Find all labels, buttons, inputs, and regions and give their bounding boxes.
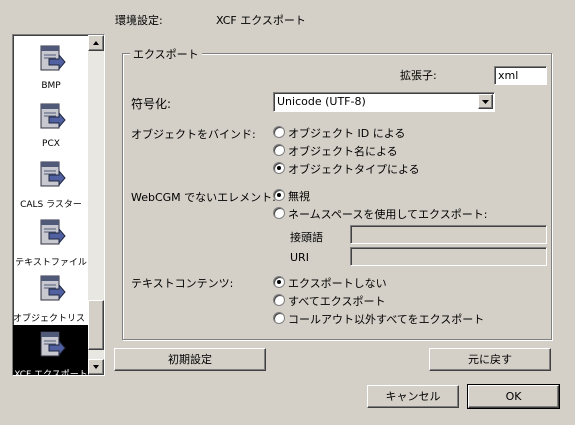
prefix-input[interactable] (350, 225, 547, 244)
pcx-export-icon (40, 103, 66, 129)
category-item-label: オブジェクトリスト (13, 314, 95, 324)
ignore-radio[interactable] (273, 189, 285, 201)
ok-button[interactable]: OK (467, 384, 560, 409)
category-list[interactable]: BMP PCX CALS ラスター テキストファイル オブジェクトリスト XCF エクスポ… (12, 34, 105, 376)
bind-by-type-label: オブジェクトタイプによる (288, 163, 420, 176)
export-except-callout-radio[interactable] (273, 312, 285, 324)
bind-by-id-label: オブジェクト ID による (288, 127, 406, 140)
chevron-down-icon (482, 100, 489, 104)
settings-page-name: XCF エクスポート (216, 14, 306, 27)
category-item[interactable]: CALS ラスター (13, 155, 89, 212)
category-item-label: CALS ラスター (20, 200, 82, 210)
category-item-label: BMP (41, 81, 61, 91)
revert-button[interactable]: 元に戻す (429, 348, 551, 371)
uri-input[interactable] (350, 247, 547, 266)
export-all-radio[interactable] (273, 294, 285, 306)
category-item-label: XCF エクスポート (14, 370, 88, 376)
scroll-down-button[interactable] (88, 359, 104, 375)
extension-label: 拡張子: (400, 69, 437, 82)
arrow-up-icon (93, 41, 99, 45)
category-item-label: テキストファイル (15, 258, 87, 268)
encoding-dropdown-button[interactable] (478, 94, 493, 109)
category-item-label: PCX (42, 139, 60, 149)
bmp-export-icon (40, 45, 66, 71)
scroll-up-button[interactable] (88, 35, 104, 51)
bind-by-id-radio[interactable] (273, 126, 285, 138)
text-content-label: テキストコンテンツ: (131, 277, 234, 290)
category-item[interactable]: オブジェクトリスト (13, 269, 95, 326)
prefix-label: 接頭語 (290, 231, 323, 244)
export-group-title: エクスポート (130, 46, 202, 62)
category-item[interactable]: テキストファイル (13, 213, 89, 270)
export-except-callout-label: コールアウト以外すべてをエクスポート (288, 313, 485, 326)
text-file-icon (40, 219, 66, 245)
scroll-thumb[interactable] (88, 300, 104, 350)
cancel-button[interactable]: キャンセル (367, 385, 459, 408)
encoding-label: 符号化: (131, 97, 172, 111)
nonwebcgm-label: WebCGM でないエレメント: (131, 191, 276, 204)
cals-raster-icon (40, 161, 66, 187)
xcf-export-icon (40, 331, 66, 357)
extension-input[interactable]: xml (494, 66, 547, 85)
ignore-label: 無視 (288, 190, 310, 203)
category-item[interactable]: PCX (13, 97, 89, 154)
category-item[interactable]: BMP (13, 39, 89, 96)
namespace-export-label: ネームスペースを使用してエクスポート: (288, 208, 488, 221)
no-export-radio[interactable] (273, 276, 285, 288)
settings-title: 環境設定: (115, 14, 163, 27)
object-list-icon (40, 275, 66, 301)
arrow-down-icon (93, 365, 99, 369)
category-scrollbar[interactable] (88, 35, 104, 375)
encoding-select[interactable]: Unicode (UTF-8) (273, 92, 495, 112)
category-item[interactable]: XCF エクスポート (13, 325, 89, 376)
namespace-export-radio[interactable] (273, 207, 285, 219)
bind-by-name-radio[interactable] (273, 144, 285, 156)
bind-by-type-radio[interactable] (273, 162, 285, 174)
defaults-button[interactable]: 初期設定 (114, 348, 266, 371)
no-export-label: エクスポートしない (288, 277, 387, 290)
uri-label: URI (290, 251, 309, 264)
export-all-label: すべてエクスポート (288, 295, 386, 308)
encoding-value: Unicode (UTF-8) (277, 95, 366, 108)
bind-label: オブジェクトをバインド: (131, 128, 256, 141)
bind-by-name-label: オブジェクト名による (288, 145, 398, 158)
